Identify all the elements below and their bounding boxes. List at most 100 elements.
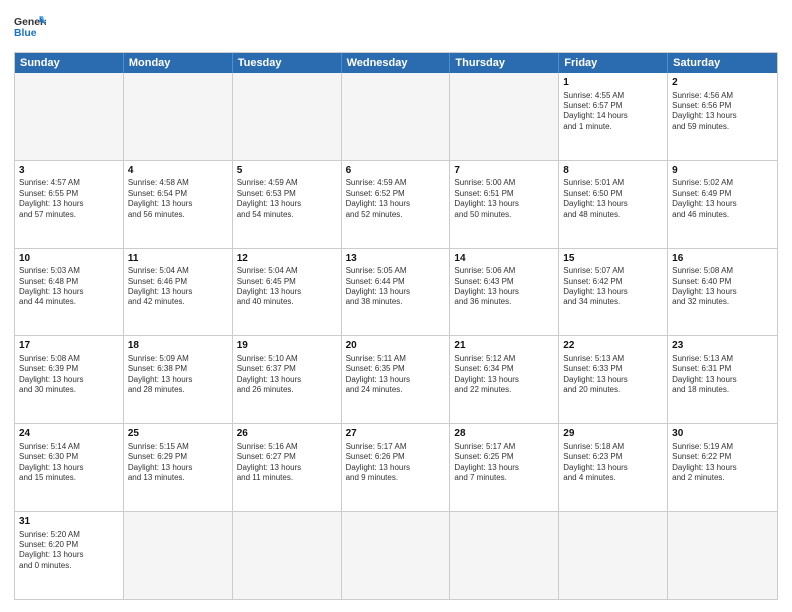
- cell-info: Sunrise: 5:09 AM Sunset: 6:38 PM Dayligh…: [128, 354, 228, 396]
- calendar-cell: 25Sunrise: 5:15 AM Sunset: 6:29 PM Dayli…: [124, 424, 233, 511]
- calendar-row-5: 31Sunrise: 5:20 AM Sunset: 6:20 PM Dayli…: [15, 511, 777, 599]
- header-thursday: Thursday: [450, 53, 559, 73]
- calendar-row-3: 17Sunrise: 5:08 AM Sunset: 6:39 PM Dayli…: [15, 335, 777, 423]
- header-wednesday: Wednesday: [342, 53, 451, 73]
- cell-info: Sunrise: 5:04 AM Sunset: 6:46 PM Dayligh…: [128, 266, 228, 308]
- day-number: 5: [237, 164, 337, 178]
- calendar-cell: 18Sunrise: 5:09 AM Sunset: 6:38 PM Dayli…: [124, 336, 233, 423]
- calendar-cell: 12Sunrise: 5:04 AM Sunset: 6:45 PM Dayli…: [233, 249, 342, 336]
- calendar-cell: 8Sunrise: 5:01 AM Sunset: 6:50 PM Daylig…: [559, 161, 668, 248]
- cell-info: Sunrise: 5:05 AM Sunset: 6:44 PM Dayligh…: [346, 266, 446, 308]
- day-number: 12: [237, 252, 337, 266]
- calendar-cell: 14Sunrise: 5:06 AM Sunset: 6:43 PM Dayli…: [450, 249, 559, 336]
- calendar-cell: [15, 73, 124, 160]
- cell-info: Sunrise: 5:06 AM Sunset: 6:43 PM Dayligh…: [454, 266, 554, 308]
- day-number: 19: [237, 339, 337, 353]
- calendar-cell: [233, 73, 342, 160]
- day-number: 24: [19, 427, 119, 441]
- day-number: 6: [346, 164, 446, 178]
- calendar-cell: 29Sunrise: 5:18 AM Sunset: 6:23 PM Dayli…: [559, 424, 668, 511]
- calendar-cell: 26Sunrise: 5:16 AM Sunset: 6:27 PM Dayli…: [233, 424, 342, 511]
- day-number: 1: [563, 76, 663, 90]
- day-number: 14: [454, 252, 554, 266]
- cell-info: Sunrise: 5:13 AM Sunset: 6:33 PM Dayligh…: [563, 354, 663, 396]
- cell-info: Sunrise: 4:58 AM Sunset: 6:54 PM Dayligh…: [128, 178, 228, 220]
- calendar-cell: 1Sunrise: 4:55 AM Sunset: 6:57 PM Daylig…: [559, 73, 668, 160]
- calendar-cell: 17Sunrise: 5:08 AM Sunset: 6:39 PM Dayli…: [15, 336, 124, 423]
- calendar-cell: [559, 512, 668, 599]
- calendar-cell: 9Sunrise: 5:02 AM Sunset: 6:49 PM Daylig…: [668, 161, 777, 248]
- calendar-cell: 11Sunrise: 5:04 AM Sunset: 6:46 PM Dayli…: [124, 249, 233, 336]
- logo: General Blue: [14, 12, 46, 44]
- calendar-cell: 23Sunrise: 5:13 AM Sunset: 6:31 PM Dayli…: [668, 336, 777, 423]
- cell-info: Sunrise: 5:00 AM Sunset: 6:51 PM Dayligh…: [454, 178, 554, 220]
- cell-info: Sunrise: 5:11 AM Sunset: 6:35 PM Dayligh…: [346, 354, 446, 396]
- calendar-cell: 20Sunrise: 5:11 AM Sunset: 6:35 PM Dayli…: [342, 336, 451, 423]
- day-number: 11: [128, 252, 228, 266]
- cell-info: Sunrise: 5:18 AM Sunset: 6:23 PM Dayligh…: [563, 442, 663, 484]
- cell-info: Sunrise: 5:19 AM Sunset: 6:22 PM Dayligh…: [672, 442, 773, 484]
- day-number: 21: [454, 339, 554, 353]
- day-number: 10: [19, 252, 119, 266]
- cell-info: Sunrise: 5:10 AM Sunset: 6:37 PM Dayligh…: [237, 354, 337, 396]
- calendar-cell: 24Sunrise: 5:14 AM Sunset: 6:30 PM Dayli…: [15, 424, 124, 511]
- calendar-cell: 15Sunrise: 5:07 AM Sunset: 6:42 PM Dayli…: [559, 249, 668, 336]
- page: General Blue Sunday Monday Tuesday Wedne…: [0, 0, 792, 612]
- day-number: 28: [454, 427, 554, 441]
- day-number: 16: [672, 252, 773, 266]
- header-tuesday: Tuesday: [233, 53, 342, 73]
- day-number: 20: [346, 339, 446, 353]
- calendar-cell: [124, 73, 233, 160]
- calendar-cell: [342, 512, 451, 599]
- day-number: 2: [672, 76, 773, 90]
- header-monday: Monday: [124, 53, 233, 73]
- calendar-row-0: 1Sunrise: 4:55 AM Sunset: 6:57 PM Daylig…: [15, 73, 777, 160]
- calendar-cell: 22Sunrise: 5:13 AM Sunset: 6:33 PM Dayli…: [559, 336, 668, 423]
- cell-info: Sunrise: 5:02 AM Sunset: 6:49 PM Dayligh…: [672, 178, 773, 220]
- calendar-cell: 13Sunrise: 5:05 AM Sunset: 6:44 PM Dayli…: [342, 249, 451, 336]
- cell-info: Sunrise: 5:13 AM Sunset: 6:31 PM Dayligh…: [672, 354, 773, 396]
- cell-info: Sunrise: 5:01 AM Sunset: 6:50 PM Dayligh…: [563, 178, 663, 220]
- logo-icon: General Blue: [14, 12, 46, 44]
- cell-info: Sunrise: 4:59 AM Sunset: 6:53 PM Dayligh…: [237, 178, 337, 220]
- calendar-cell: [124, 512, 233, 599]
- calendar-cell: [450, 512, 559, 599]
- calendar-cell: 21Sunrise: 5:12 AM Sunset: 6:34 PM Dayli…: [450, 336, 559, 423]
- calendar-cell: 16Sunrise: 5:08 AM Sunset: 6:40 PM Dayli…: [668, 249, 777, 336]
- header-friday: Friday: [559, 53, 668, 73]
- calendar-cell: 7Sunrise: 5:00 AM Sunset: 6:51 PM Daylig…: [450, 161, 559, 248]
- day-number: 23: [672, 339, 773, 353]
- calendar-cell: 28Sunrise: 5:17 AM Sunset: 6:25 PM Dayli…: [450, 424, 559, 511]
- calendar-cell: 10Sunrise: 5:03 AM Sunset: 6:48 PM Dayli…: [15, 249, 124, 336]
- calendar-cell: 5Sunrise: 4:59 AM Sunset: 6:53 PM Daylig…: [233, 161, 342, 248]
- day-number: 18: [128, 339, 228, 353]
- cell-info: Sunrise: 5:17 AM Sunset: 6:25 PM Dayligh…: [454, 442, 554, 484]
- cell-info: Sunrise: 4:59 AM Sunset: 6:52 PM Dayligh…: [346, 178, 446, 220]
- day-number: 15: [563, 252, 663, 266]
- calendar-cell: [233, 512, 342, 599]
- day-number: 31: [19, 515, 119, 529]
- calendar-cell: 2Sunrise: 4:56 AM Sunset: 6:56 PM Daylig…: [668, 73, 777, 160]
- calendar-cell: 3Sunrise: 4:57 AM Sunset: 6:55 PM Daylig…: [15, 161, 124, 248]
- cell-info: Sunrise: 4:57 AM Sunset: 6:55 PM Dayligh…: [19, 178, 119, 220]
- header-saturday: Saturday: [668, 53, 777, 73]
- cell-info: Sunrise: 5:03 AM Sunset: 6:48 PM Dayligh…: [19, 266, 119, 308]
- calendar-cell: 31Sunrise: 5:20 AM Sunset: 6:20 PM Dayli…: [15, 512, 124, 599]
- calendar-cell: 6Sunrise: 4:59 AM Sunset: 6:52 PM Daylig…: [342, 161, 451, 248]
- cell-info: Sunrise: 5:04 AM Sunset: 6:45 PM Dayligh…: [237, 266, 337, 308]
- svg-text:Blue: Blue: [14, 28, 37, 39]
- calendar-row-4: 24Sunrise: 5:14 AM Sunset: 6:30 PM Dayli…: [15, 423, 777, 511]
- day-number: 26: [237, 427, 337, 441]
- calendar-header: Sunday Monday Tuesday Wednesday Thursday…: [15, 53, 777, 73]
- calendar-cell: 27Sunrise: 5:17 AM Sunset: 6:26 PM Dayli…: [342, 424, 451, 511]
- calendar-cell: 30Sunrise: 5:19 AM Sunset: 6:22 PM Dayli…: [668, 424, 777, 511]
- day-number: 3: [19, 164, 119, 178]
- cell-info: Sunrise: 5:08 AM Sunset: 6:40 PM Dayligh…: [672, 266, 773, 308]
- calendar-cell: [450, 73, 559, 160]
- calendar-cell: [342, 73, 451, 160]
- calendar-row-2: 10Sunrise: 5:03 AM Sunset: 6:48 PM Dayli…: [15, 248, 777, 336]
- cell-info: Sunrise: 5:15 AM Sunset: 6:29 PM Dayligh…: [128, 442, 228, 484]
- day-number: 4: [128, 164, 228, 178]
- calendar-cell: 19Sunrise: 5:10 AM Sunset: 6:37 PM Dayli…: [233, 336, 342, 423]
- day-number: 7: [454, 164, 554, 178]
